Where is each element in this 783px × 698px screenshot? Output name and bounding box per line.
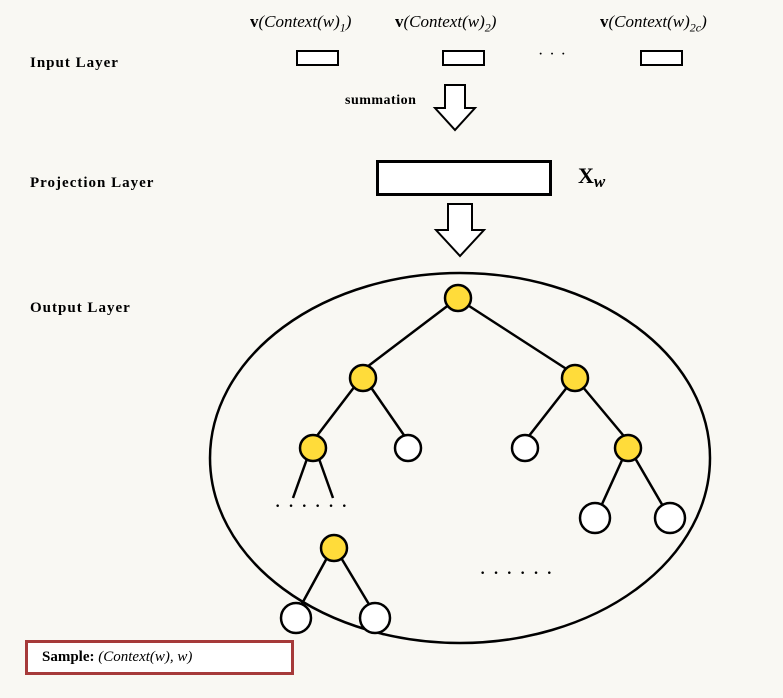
input-rect-2 <box>442 50 485 66</box>
input-layer-label: Input Layer <box>30 55 119 72</box>
input-vec-2-label: v(Context(w)2) <box>395 12 496 35</box>
input-rect-last <box>640 50 683 66</box>
sample-label: Sample: <box>42 649 95 665</box>
tree-dots-2: ······ <box>480 565 560 583</box>
output-layer-label: Output Layer <box>30 300 131 317</box>
tree-dots-1: ······ <box>275 498 355 516</box>
projection-layer-label: Projection Layer <box>30 175 154 192</box>
projection-arrow-icon <box>432 200 488 262</box>
summation-label: summation <box>345 93 416 109</box>
input-rect-1 <box>296 50 339 66</box>
projection-rect <box>376 160 552 196</box>
sample-box: Sample: (Context(w), w) <box>25 640 294 675</box>
input-vec-1-label: v(Context(w)1) <box>250 12 351 35</box>
summation-arrow-icon <box>430 80 480 140</box>
sample-expr: (Context(w), w) <box>98 649 192 665</box>
output-tree <box>190 258 730 658</box>
input-vec-2c-label: v(Context(w)2c) <box>600 12 707 35</box>
input-ellipsis: ··· <box>538 46 572 64</box>
projection-symbol: Xw <box>578 163 605 189</box>
